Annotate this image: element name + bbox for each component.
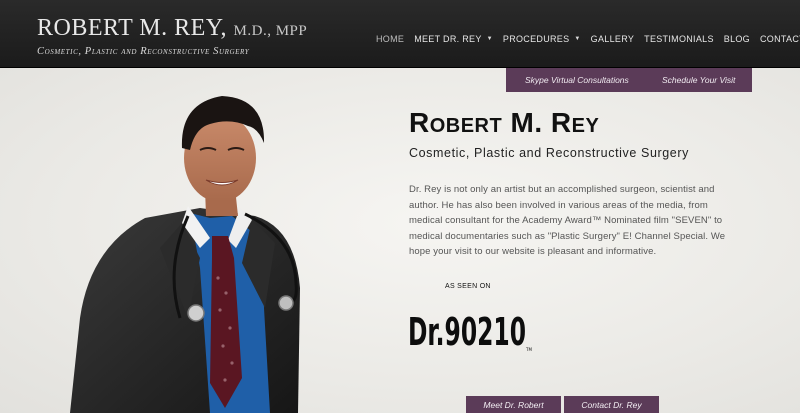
nav-item-label: TESTIMONIALS xyxy=(644,34,714,44)
page-subtitle: Cosmetic, Plastic and Reconstructive Sur… xyxy=(409,146,689,160)
nav-item-label: PROCEDURES xyxy=(502,34,570,44)
nav-item-contact[interactable]: CONTACT ▼ xyxy=(760,34,800,44)
nav-item-home[interactable]: HOME xyxy=(376,34,404,44)
nav-item-meet-dr-rey[interactable]: MEET DR. REY ▼ xyxy=(414,34,493,44)
nav-item-label: MEET DR. REY xyxy=(414,34,482,44)
logo-name-line: ROBERT M. REY, M.D., MPP xyxy=(37,14,307,45)
meet-dr-robert-button[interactable]: Meet Dr. Robert xyxy=(466,396,561,413)
nav-item-label: CONTACT xyxy=(759,34,800,44)
main-nav: HOME MEET DR. REY ▼ PROCEDURES ▼ GALLERY… xyxy=(376,34,800,44)
nav-item-label: HOME xyxy=(376,34,405,44)
schedule-visit-link[interactable]: Schedule Your Visit xyxy=(662,75,735,85)
skype-consultations-link[interactable]: Skype Virtual Consultations xyxy=(525,75,629,85)
site-header: ROBERT M. REY, M.D., MPP Cosmetic, Plast… xyxy=(0,0,800,68)
show-logo-text: Dr.90210 xyxy=(408,310,526,353)
nav-item-gallery[interactable]: GALLERY xyxy=(591,34,634,44)
nav-item-procedures[interactable]: PROCEDURES ▼ xyxy=(503,34,581,44)
chevron-down-icon: ▼ xyxy=(486,36,493,42)
bio-paragraph: Dr. Rey is not only an artist but an acc… xyxy=(409,184,726,257)
nav-item-testimonials[interactable]: TESTIMONIALS xyxy=(644,34,714,44)
dr-90210-show-logo: Dr.90210 TM xyxy=(408,310,532,353)
logo-credentials: M.D., MPP xyxy=(233,23,308,39)
nav-item-label: GALLERY xyxy=(590,34,635,44)
site-logo[interactable]: ROBERT M. REY, M.D., MPP Cosmetic, Plast… xyxy=(37,14,307,57)
logo-tagline: Cosmetic, Plastic and Reconstructive Sur… xyxy=(37,46,250,57)
page-title: Robert M. Rey xyxy=(409,107,600,138)
as-seen-on-label: AS SEEN ON xyxy=(445,283,491,290)
contact-dr-rey-button[interactable]: Contact Dr. Rey xyxy=(564,396,659,413)
nav-item-blog[interactable]: BLOG xyxy=(724,34,750,44)
show-logo-tm: TM xyxy=(525,347,532,352)
doctor-portrait-image xyxy=(70,96,300,413)
nav-item-label: BLOG xyxy=(723,34,750,44)
logo-name: ROBERT M. REY, xyxy=(37,15,228,41)
chevron-down-icon: ▼ xyxy=(574,36,581,42)
top-cta-bar: Skype Virtual Consultations Schedule You… xyxy=(506,68,752,92)
